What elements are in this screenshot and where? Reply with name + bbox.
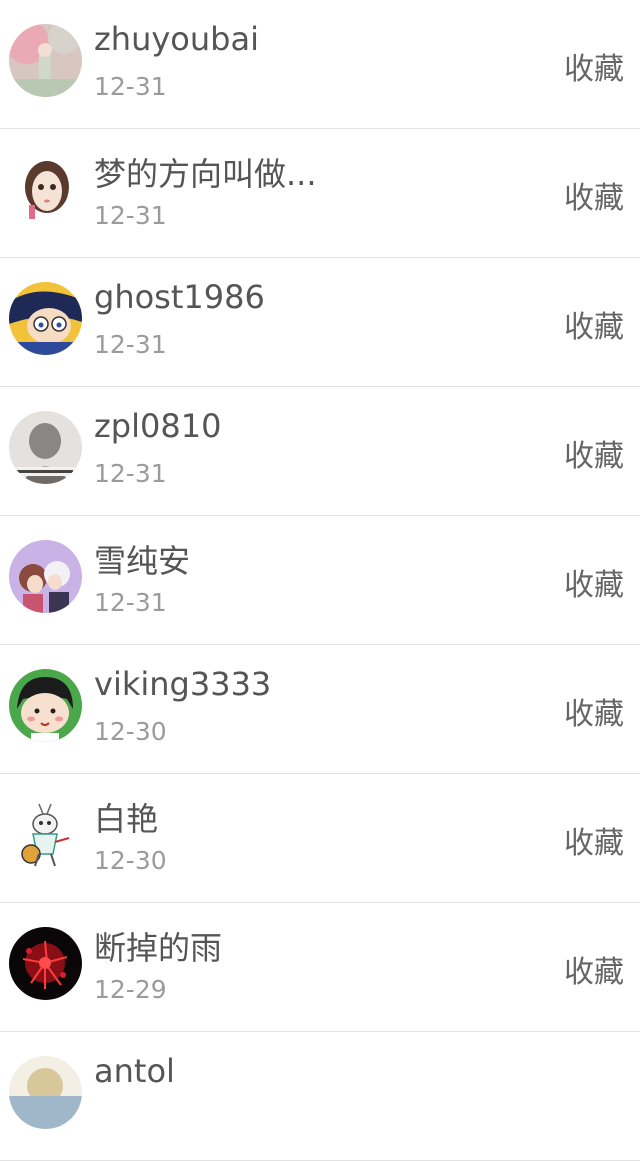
avatar[interactable]	[9, 540, 82, 613]
list-item[interactable]: 雪纯安 12-31 收藏	[0, 516, 640, 645]
user-name: zpl0810	[94, 407, 222, 445]
avatar[interactable]	[9, 669, 82, 742]
favorites-list: zhuyoubai 12-31 收藏 梦的方向叫做... 12-31 收藏 gh…	[0, 0, 640, 1161]
list-item[interactable]: zhuyoubai 12-31 收藏	[0, 0, 640, 129]
user-name: 白艳	[94, 800, 159, 838]
user-name: 梦的方向叫做...	[94, 155, 317, 193]
list-item[interactable]: antol	[0, 1032, 640, 1161]
user-name: 雪纯安	[94, 542, 191, 580]
avatar[interactable]	[9, 282, 82, 355]
avatar[interactable]	[9, 1056, 82, 1129]
list-item[interactable]: zpl0810 12-31 收藏	[0, 387, 640, 516]
list-item[interactable]: ghost1986 12-31 收藏	[0, 258, 640, 387]
favorite-button[interactable]: 收藏	[564, 44, 624, 88]
favorite-button[interactable]: 收藏	[564, 560, 624, 604]
date-label: 12-31	[94, 588, 167, 617]
user-name: ghost1986	[94, 278, 265, 316]
list-item[interactable]: 梦的方向叫做... 12-31 收藏	[0, 129, 640, 258]
list-item[interactable]: 白艳 12-30 收藏	[0, 774, 640, 903]
date-label: 12-30	[94, 717, 167, 746]
date-label: 12-31	[94, 72, 167, 101]
date-label: 12-31	[94, 459, 167, 488]
date-label: 12-29	[94, 975, 167, 1004]
avatar[interactable]	[9, 24, 82, 97]
favorite-button[interactable]: 收藏	[564, 302, 624, 346]
date-label: 12-31	[94, 201, 167, 230]
favorite-button[interactable]: 收藏	[564, 818, 624, 862]
avatar[interactable]	[9, 153, 82, 226]
avatar[interactable]	[9, 927, 82, 1000]
favorite-button[interactable]: 收藏	[564, 947, 624, 991]
user-name: zhuyoubai	[94, 20, 259, 58]
favorite-button[interactable]: 收藏	[564, 431, 624, 475]
user-name: antol	[94, 1052, 175, 1090]
list-item[interactable]: viking3333 12-30 收藏	[0, 645, 640, 774]
date-label: 12-31	[94, 330, 167, 359]
list-item[interactable]: 断掉的雨 12-29 收藏	[0, 903, 640, 1032]
avatar[interactable]	[9, 798, 82, 871]
favorite-button[interactable]: 收藏	[564, 689, 624, 733]
favorite-button[interactable]: 收藏	[564, 173, 624, 217]
avatar[interactable]	[9, 411, 82, 484]
user-name: viking3333	[94, 665, 272, 703]
user-name: 断掉的雨	[94, 929, 223, 967]
date-label: 12-30	[94, 846, 167, 875]
